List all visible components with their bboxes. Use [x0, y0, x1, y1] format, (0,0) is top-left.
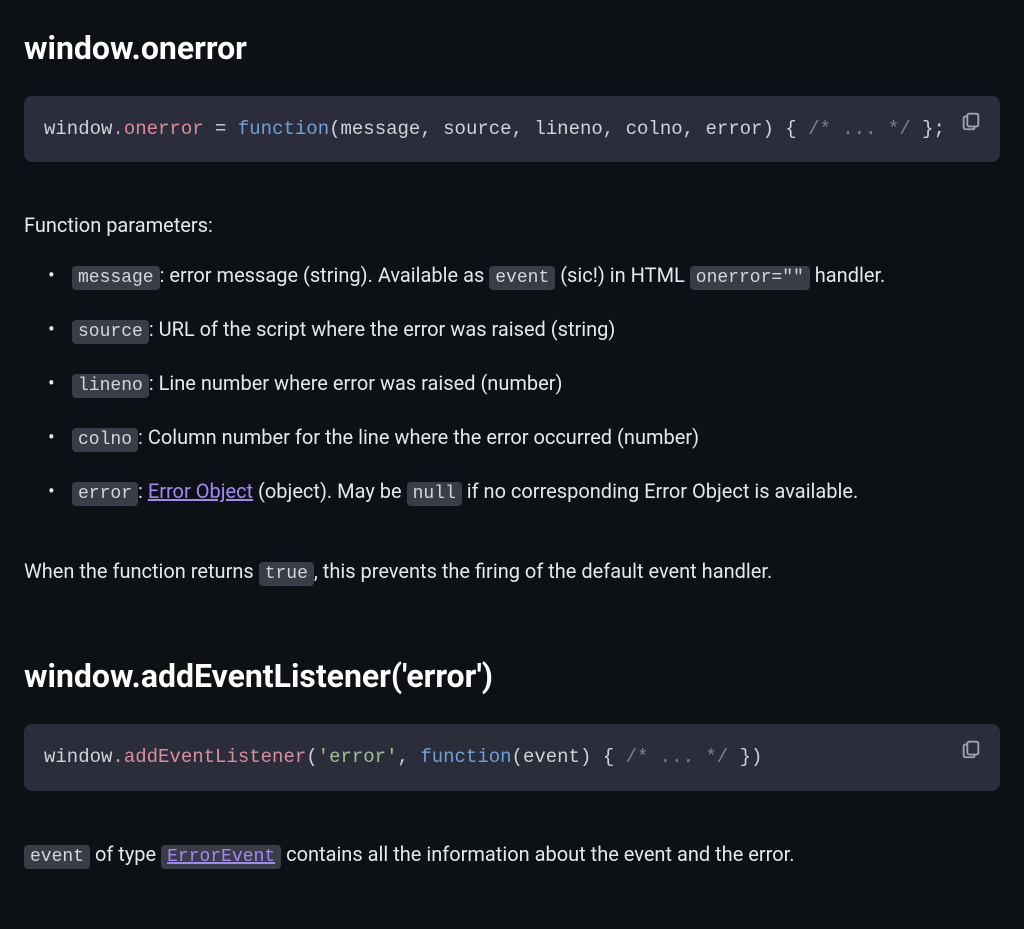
param-text: : error message (string). Available as	[160, 263, 490, 287]
param-message: message: error message (string). Availab…	[48, 260, 1000, 292]
code-token: error	[705, 118, 762, 140]
inline-code: ErrorEvent	[161, 845, 281, 869]
code-token: onerror	[124, 118, 204, 140]
param-lineno: lineno: Line number where error was rais…	[48, 368, 1000, 400]
text: contains all the information about the e…	[281, 842, 794, 866]
param-error: error: Error Object (object). May be nul…	[48, 476, 1000, 508]
inline-code: onerror=""	[690, 266, 810, 290]
params-list: message: error message (string). Availab…	[48, 260, 1000, 508]
inline-code: true	[259, 562, 314, 586]
event-description: event of type ErrorEvent contains all th…	[24, 839, 1000, 871]
link-errorevent[interactable]: ErrorEvent	[161, 842, 281, 866]
param-text: handler.	[810, 263, 886, 287]
code-token: =	[204, 118, 238, 140]
param-name-code: source	[72, 320, 149, 344]
param-source: source: URL of the script where the erro…	[48, 314, 1000, 346]
code-token: })	[728, 746, 762, 768]
param-text: : URL of the script where the error was …	[149, 317, 616, 341]
code-token: /* ... */	[626, 746, 729, 768]
inline-code: event	[489, 266, 555, 290]
code-token: lineno	[534, 118, 602, 140]
code-token: event	[523, 746, 580, 768]
code-token: .	[112, 118, 123, 140]
copy-icon[interactable]	[960, 738, 984, 762]
codeblock-addeventlistener: window.addEventListener('error', functio…	[24, 724, 1000, 790]
code-token: ,	[683, 118, 706, 140]
returns-text: When the function returns true, this pre…	[24, 556, 1000, 588]
codeblock-window-onerror: window.onerror = function(message, sourc…	[24, 96, 1000, 162]
code-token: ,	[512, 118, 535, 140]
code-token: )	[580, 746, 591, 768]
code-token: window	[44, 118, 112, 140]
param-colno: colno: Column number for the line where …	[48, 422, 1000, 454]
code-token: (	[306, 746, 317, 768]
param-text: if no corresponding Error Object is avai…	[462, 479, 858, 503]
code-token: colno	[626, 118, 683, 140]
code-token: };	[911, 118, 945, 140]
param-name-code: lineno	[72, 374, 149, 398]
code-token: .	[112, 746, 123, 768]
heading-window-onerror: window.onerror	[24, 24, 1000, 72]
code-token: (	[512, 746, 523, 768]
text: , this prevents the firing of the defaul…	[314, 559, 772, 583]
param-text: (sic!) in HTML	[555, 263, 690, 287]
code-token: window	[44, 746, 112, 768]
code-token: function	[420, 746, 511, 768]
code-token: (	[329, 118, 340, 140]
code-token: message	[341, 118, 421, 140]
param-text: (object). May be	[253, 479, 406, 503]
text: of type	[90, 842, 161, 866]
param-name-code: colno	[72, 428, 138, 452]
code-token: ,	[398, 746, 421, 768]
code-token: 'error'	[318, 746, 398, 768]
param-text: : Line number where error was raised (nu…	[149, 371, 563, 395]
inline-code: null	[407, 482, 462, 506]
code-token: ,	[603, 118, 626, 140]
params-intro: Function parameters:	[24, 210, 1000, 240]
text: When the function returns	[24, 559, 259, 583]
code-token: {	[591, 746, 625, 768]
copy-icon[interactable]	[960, 110, 984, 134]
param-name-code: error	[72, 482, 138, 506]
param-text: : Column number for the line where the e…	[138, 425, 699, 449]
code-token: ,	[420, 118, 443, 140]
param-text: :	[138, 479, 148, 503]
inline-code: event	[24, 845, 90, 869]
code-token: source	[443, 118, 511, 140]
code-line: window.addEventListener('error', functio…	[44, 742, 980, 772]
code-line: window.onerror = function(message, sourc…	[44, 114, 980, 144]
code-token: {	[774, 118, 808, 140]
code-token: addEventListener	[124, 746, 306, 768]
heading-addeventlistener-error: window.addEventListener('error')	[24, 652, 1000, 700]
param-name-code: message	[72, 266, 160, 290]
link-error-object[interactable]: Error Object	[148, 479, 253, 503]
code-token: )	[762, 118, 773, 140]
code-token: /* ... */	[808, 118, 911, 140]
code-token: function	[238, 118, 329, 140]
